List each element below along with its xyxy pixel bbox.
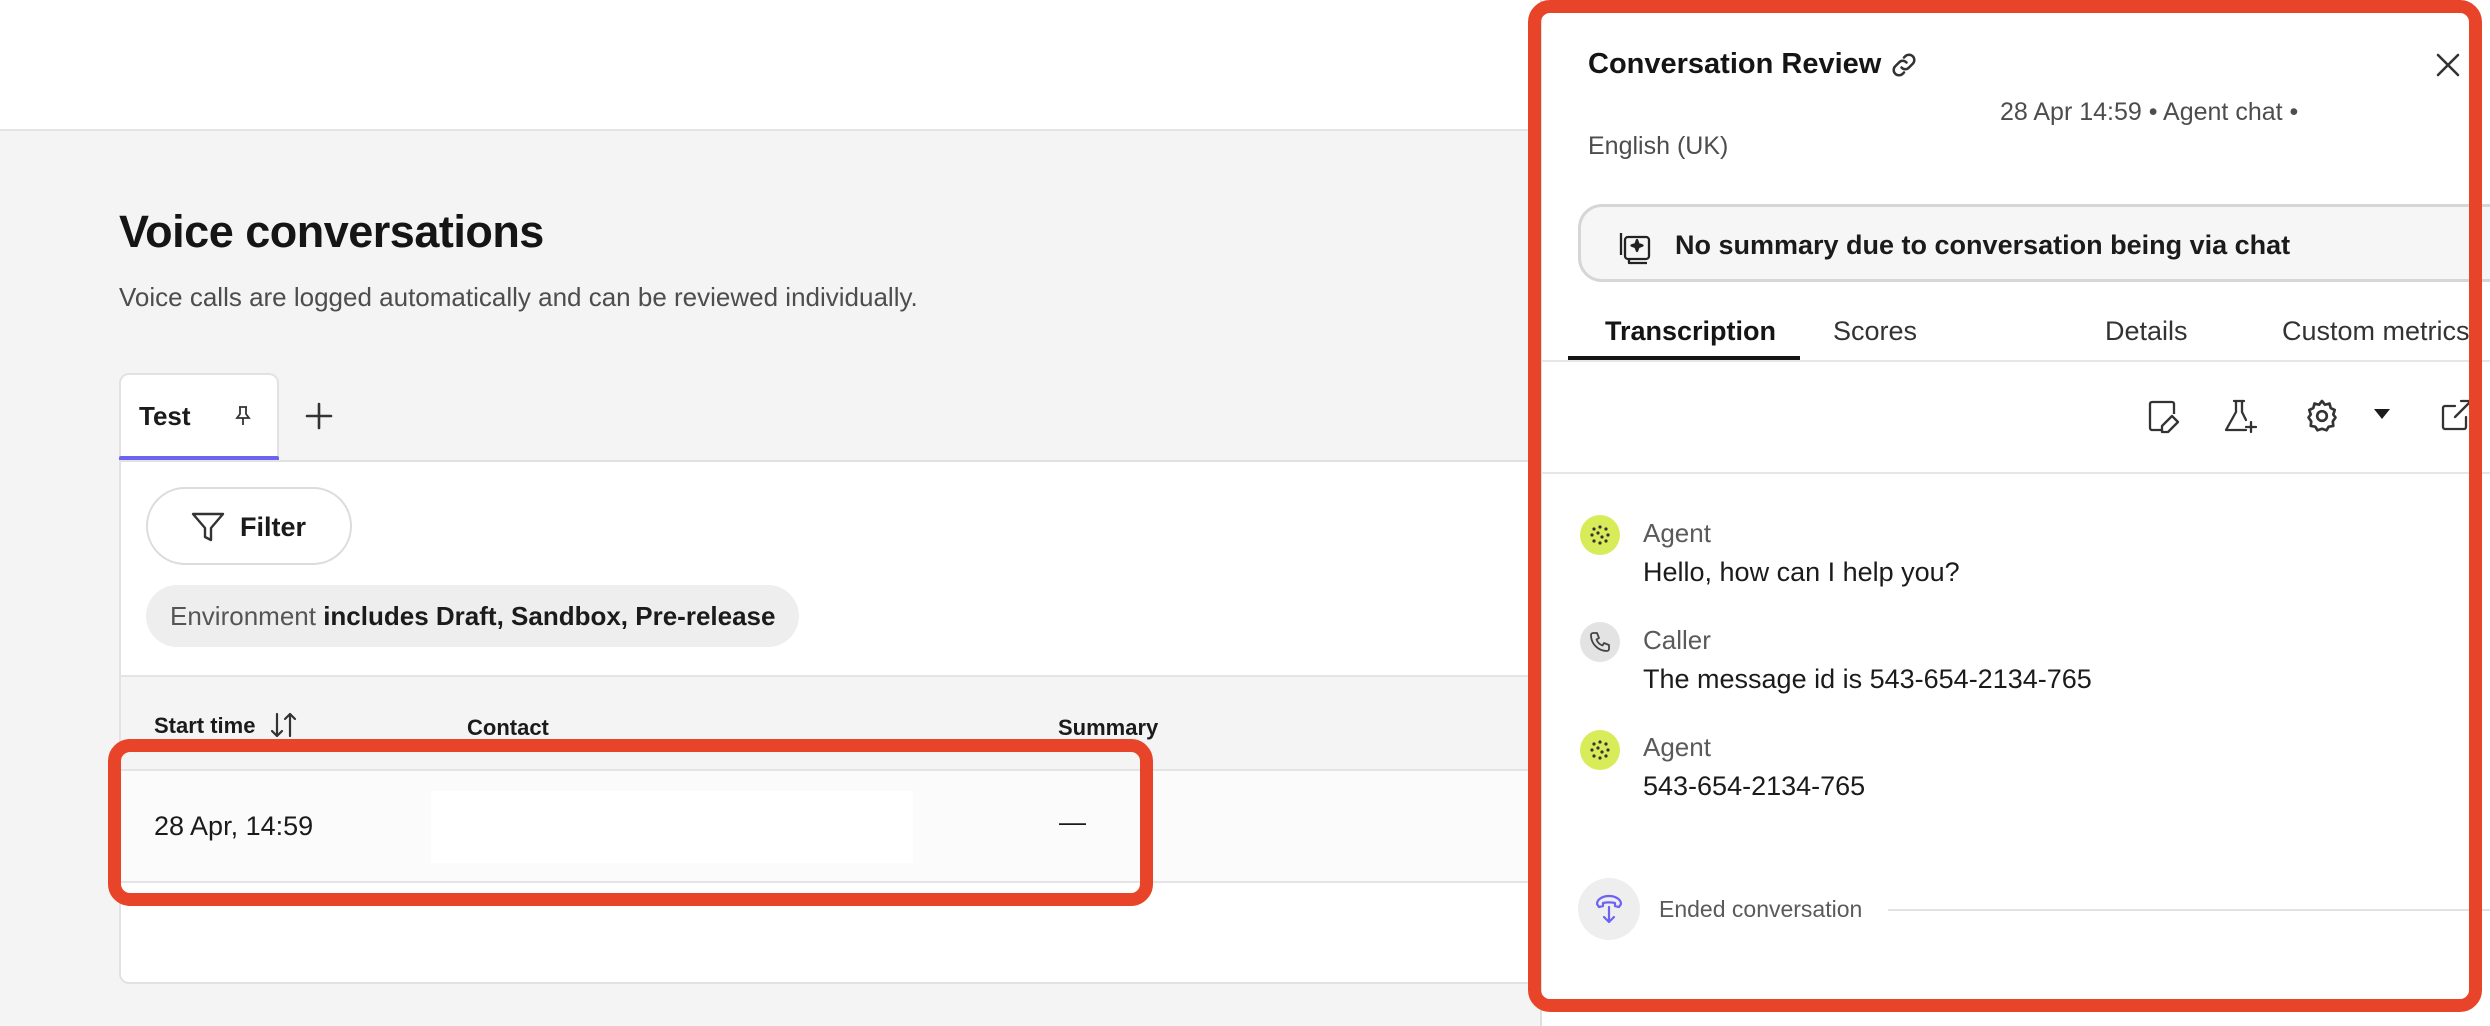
column-summary: Summary — [1058, 715, 1159, 740]
pin-icon[interactable] — [233, 405, 253, 427]
environment-value: includes Draft, Sandbox, Pre-release — [323, 601, 776, 631]
filter-icon — [191, 512, 225, 542]
filter-button[interactable]: Filter — [146, 487, 352, 565]
environment-label: Environment — [170, 601, 316, 631]
panel-highlight-box — [1528, 0, 2482, 1012]
top-bar — [0, 0, 1540, 131]
row-highlight-box — [108, 739, 1153, 906]
tab-label: Test — [139, 401, 191, 431]
column-contact: Contact — [467, 715, 549, 740]
page-subtitle: Voice calls are logged automatically and… — [119, 282, 918, 312]
plus-icon[interactable] — [301, 398, 337, 434]
sort-icon[interactable] — [269, 711, 299, 739]
column-start-time[interactable]: Start time — [154, 713, 255, 739]
tab-test[interactable]: Test — [119, 373, 279, 461]
filter-label: Filter — [240, 512, 307, 542]
page-title: Voice conversations — [119, 206, 544, 257]
environment-filter-chip[interactable]: Environment includes Draft, Sandbox, Pre… — [146, 585, 800, 647]
